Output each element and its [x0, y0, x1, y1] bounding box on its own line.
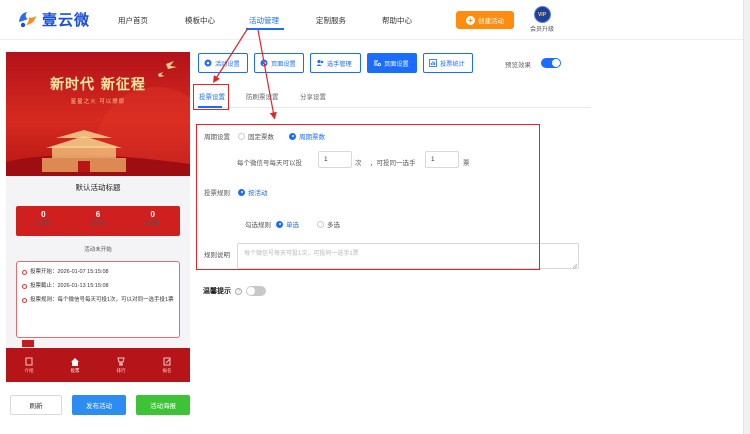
info-row-end: 投票截止：2026-01-13 15:15:08 [22, 282, 174, 291]
logo-text: 壹云微 [42, 11, 91, 29]
nav-template-center[interactable]: 模板中心 [185, 15, 215, 26]
page-icon [260, 59, 268, 67]
activity-title: 默认活动标题 [75, 183, 121, 192]
page-scrollbar[interactable] [743, 0, 750, 434]
preview-tabbar: 介绍 投票 排行 报名 [6, 348, 190, 382]
stat-label: 访问量 [145, 221, 161, 227]
vote-statistics-button[interactable]: 投票统计 [423, 53, 473, 73]
warm-tip-label: 温馨提示 [203, 288, 231, 295]
button-label: 页面设置 [384, 60, 409, 68]
button-label: 页面设置 [271, 60, 296, 68]
refresh-button[interactable]: 刷新 [10, 395, 62, 415]
users-icon [316, 59, 324, 67]
stat-total-votes: 0 总票数 [16, 206, 71, 236]
list-settings-icon [373, 59, 381, 67]
home-icon [71, 357, 79, 366]
warm-tip: 温馨提示 ? [203, 286, 266, 296]
trophy-icon [117, 357, 125, 365]
button-label: 选手管理 [327, 60, 352, 68]
phone-preview: 新时代 新征程 星星之火 可以燎原 默认活动标题 0 总票数 6 选手数 0 访… [6, 52, 190, 382]
resize-handle-icon[interactable] [572, 263, 578, 269]
info-row-rule: 投票规则：每个微信号每天可投1次，可以对同一选手投1票 [22, 296, 174, 305]
tab-label: 投票 [70, 367, 80, 373]
banner-title: 新时代 新征程 [50, 77, 146, 93]
button-label: 投票统计 [440, 60, 465, 68]
annotation-highlight-settings [196, 124, 540, 270]
logo-icon [19, 12, 36, 28]
info-text: 投票规则：每个微信号每天可投1次，可以对同一选手投1票 [30, 297, 174, 303]
stat-visits: 0 访问量 [125, 206, 180, 236]
button-label: 活动设置 [215, 60, 240, 68]
player-management-button[interactable]: 选手管理 [310, 53, 361, 73]
page-settings-button[interactable]: 页面设置 [254, 53, 304, 73]
tab-share-settings[interactable]: 分享设置 [300, 91, 326, 101]
tab-label: 介绍 [24, 367, 34, 373]
stat-label: 总票数 [35, 221, 51, 227]
toggle-knob [552, 59, 560, 67]
vote-settings-button[interactable]: 页面设置 [367, 53, 417, 73]
stat-value: 0 [150, 210, 155, 219]
nav-help-center[interactable]: 帮助中心 [382, 15, 412, 26]
tab-label: 报名 [162, 367, 172, 373]
annotation-highlight-tab [193, 84, 229, 110]
vip-badge-icon: VIP [533, 6, 551, 23]
subtab-divider [196, 107, 591, 108]
tab-intro[interactable]: 介绍 [6, 348, 52, 382]
tiananmen-gate-icon [42, 130, 126, 172]
stats-bar: 0 总票数 6 选手数 0 访问量 [16, 206, 180, 236]
tab-ranking[interactable]: 排行 [98, 348, 144, 382]
info-text: 投票截止：2026-01-13 15:15:08 [30, 283, 109, 289]
vote-info-box: 投票开始：2026-01-07 15:15:08 投票截止：2026-01-13… [16, 261, 180, 338]
bar-chart-icon [429, 59, 437, 67]
activity-status: 活动未开始 [84, 247, 112, 253]
create-activity-button[interactable]: + 创建活动 [456, 11, 514, 29]
preview-effect-label: 预览效果 [505, 62, 531, 69]
activity-poster-button[interactable]: 活动海报 [136, 395, 190, 415]
help-icon[interactable]: ? [235, 287, 242, 295]
create-activity-label: 创建活动 [478, 18, 504, 25]
activity-settings-button[interactable]: 活动设置 [198, 53, 248, 73]
tab-vote[interactable]: 投票 [52, 348, 98, 382]
tab-label: 排行 [116, 367, 126, 373]
nav-custom-service[interactable]: 定制服务 [316, 15, 346, 26]
clock-icon [22, 284, 27, 289]
nav-user-home[interactable]: 用户首页 [118, 15, 148, 26]
stat-value: 0 [41, 210, 46, 219]
nav-activity-management[interactable]: 活动管理 [249, 15, 279, 26]
clock-icon [22, 270, 27, 275]
top-navbar [0, 0, 750, 40]
edit-icon [163, 357, 171, 365]
toggle-knob [247, 287, 255, 295]
info-row-start: 投票开始：2026-01-07 15:15:08 [22, 268, 174, 277]
tab-anti-fraud-settings[interactable]: 防刷票设置 [246, 91, 279, 101]
info-icon [22, 298, 27, 303]
info-text: 投票开始：2026-01-07 15:15:08 [30, 269, 109, 275]
plus-icon: + [466, 15, 475, 25]
vip-upgrade-label: 会员升级 [529, 27, 554, 33]
flag-decoration [22, 340, 34, 347]
settings-gear-icon [204, 59, 212, 67]
publish-activity-button[interactable]: 发布活动 [72, 395, 126, 415]
vip-upgrade[interactable]: VIP 会员升级 [527, 6, 557, 33]
preview-effect-toggle[interactable] [541, 58, 561, 68]
nav-active-underline [246, 28, 284, 30]
stat-label: 选手数 [90, 221, 106, 227]
stat-value: 6 [95, 210, 101, 219]
banner-subtitle: 星星之火 可以燎原 [70, 99, 126, 105]
warm-tip-toggle[interactable] [246, 286, 266, 296]
stat-player-count: 6 选手数 [71, 206, 126, 236]
logo[interactable]: 壹云微 [16, 8, 90, 30]
intro-icon [25, 357, 33, 365]
activity-banner: 新时代 新征程 星星之火 可以燎原 [6, 52, 190, 176]
tab-signup[interactable]: 报名 [144, 348, 190, 382]
